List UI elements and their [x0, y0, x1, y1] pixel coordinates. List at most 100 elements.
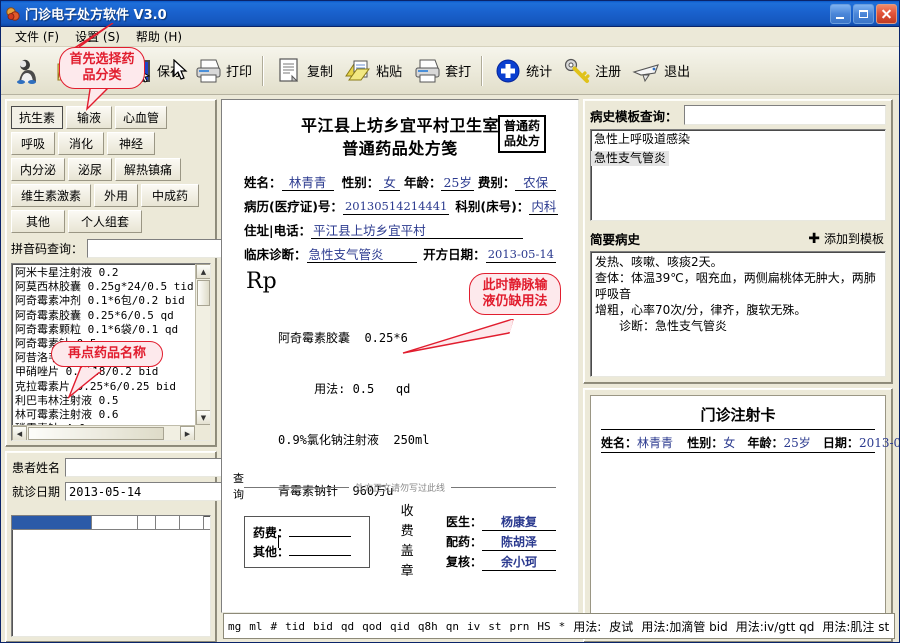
patient-name-input[interactable] — [65, 458, 227, 477]
dispenser-value[interactable]: 陈胡泽 — [482, 535, 556, 551]
token-bid[interactable]: bid — [313, 620, 333, 633]
add-to-template-button[interactable]: ✚ 添加到模板 — [808, 230, 884, 247]
token-qid[interactable]: qid — [390, 620, 410, 633]
category-neurology[interactable]: 神经 — [107, 132, 155, 155]
drug-item[interactable]: 阿米卡星注射液 0.2 — [12, 266, 210, 280]
doctor-value[interactable]: 杨康复 — [482, 515, 556, 531]
usage-drip-bid[interactable]: 用法:加滴管 bid — [641, 618, 727, 635]
category-respiratory[interactable]: 呼吸 — [11, 132, 55, 155]
token-qd[interactable]: qd — [341, 620, 354, 633]
age-value[interactable]: 25岁 — [441, 175, 474, 191]
drug-item[interactable]: 阿奇霉素胶囊 0.25*6/0.5 qd — [12, 309, 210, 323]
signature-block: 医生： 杨康复 配药： 陈胡泽 复核： 余小珂 — [446, 511, 556, 573]
close-button[interactable] — [876, 3, 897, 24]
diagnosis-value[interactable]: 急性支气管炎 — [306, 247, 418, 263]
usage-im-st[interactable]: 用法:肌注 st — [822, 618, 889, 635]
record-value[interactable]: 20130514214441 — [342, 199, 450, 215]
category-personal-set[interactable]: 个人组套 — [68, 210, 142, 233]
drug-item[interactable]: 甲硝唑片 0.2*18/0.2 bid — [12, 365, 210, 379]
token-st[interactable]: st — [488, 620, 501, 633]
horizontal-scroll-thumb[interactable] — [28, 427, 164, 440]
maximize-button[interactable] — [853, 3, 874, 24]
menu-item-settings[interactable]: 设置 (S) — [67, 26, 128, 47]
category-cardiovascular[interactable]: 心血管 — [115, 106, 167, 129]
fee-type-value[interactable]: 农保 — [515, 175, 556, 191]
category-vitamin-hormone[interactable]: 维生素激素 — [11, 184, 91, 207]
drug-list-vertical-scrollbar[interactable]: ▲ ▼ — [195, 264, 210, 425]
toolbar-button-copy[interactable]: 复制 — [269, 50, 338, 92]
category-other[interactable]: 其他 — [11, 210, 65, 233]
token-qn[interactable]: qn — [446, 620, 459, 633]
toolbar-button-statistics[interactable]: 统计 — [488, 50, 557, 92]
other-fee-value-line[interactable] — [289, 555, 352, 556]
token-iv[interactable]: iv — [467, 620, 480, 633]
name-value[interactable]: 林青青 — [281, 175, 334, 191]
history-template-list[interactable]: 急性上呼吸道感染 急性支气管炎 — [590, 129, 886, 221]
grid-header-cell[interactable] — [156, 516, 180, 529]
drug-item[interactable]: 克拉霉素片 0.25*6/0.25 bid — [12, 380, 210, 394]
grid-header-cell[interactable] — [138, 516, 156, 529]
usage-ivgtt-qd[interactable]: 用法:iv/gtt qd — [736, 618, 815, 635]
prescribe-date-value[interactable]: 2013-05-14 — [485, 247, 556, 263]
drug-item[interactable]: 阿莫西林胶囊 0.25g*24/0.5 tid — [12, 280, 210, 294]
menu-item-help[interactable]: 帮助 (H) — [128, 26, 190, 47]
rx-line[interactable]: 阿奇霉素胶囊 0.25*6 — [278, 330, 556, 347]
category-digestive[interactable]: 消化 — [58, 132, 104, 155]
menu-item-file[interactable]: 文件 (F) — [7, 26, 67, 47]
toolbar-button-print[interactable]: 打印 — [188, 50, 257, 92]
token-q8h[interactable]: q8h — [418, 620, 438, 633]
template-item[interactable]: 急性上呼吸道感染 — [591, 132, 885, 147]
dept-value[interactable]: 内科 — [529, 199, 559, 215]
prescription-sheet[interactable]: 平江县上坊乡宜平村卫生室 普通药品处方笺 普通药 品处方 姓名： 林青青 性别：… — [222, 100, 578, 612]
grid-header-cell[interactable] — [180, 516, 204, 529]
inj-gender-value: 女 — [723, 436, 736, 450]
patient-records-grid[interactable] — [11, 515, 211, 637]
rx-line[interactable]: 用法: 0.5 qd — [278, 381, 556, 398]
visit-date-input[interactable] — [65, 482, 227, 501]
template-item-selected[interactable]: 急性支气管炎 — [591, 151, 670, 166]
scroll-right-button[interactable]: ▶ — [180, 426, 195, 440]
gender-value[interactable]: 女 — [379, 175, 400, 191]
toolbar-button-overlay-print[interactable]: 套打 — [407, 50, 476, 92]
history-query-input[interactable] — [683, 105, 886, 125]
toolbar-button-register[interactable]: 注册 — [557, 50, 626, 92]
token-prn[interactable]: prn — [510, 620, 530, 633]
category-infusion[interactable]: 输液 — [66, 106, 112, 129]
token-hash[interactable]: # — [271, 620, 278, 633]
drug-list-horizontal-scrollbar[interactable]: ◀ ▶ — [12, 425, 195, 440]
brief-history-text[interactable]: 发热、咳嗽、咳痰2天。 查体：体温39℃，咽充血，两侧扁桃体无肿大，两肺呼吸音 … — [590, 251, 886, 377]
toolbar-button-patient[interactable] — [7, 50, 50, 92]
token-qod[interactable]: qod — [362, 620, 382, 633]
category-chinese-patent-medicine[interactable]: 中成药 — [141, 184, 199, 207]
category-urinary[interactable]: 泌尿 — [68, 158, 112, 181]
category-antipyretic-analgesic[interactable]: 解热镇痛 — [115, 158, 181, 181]
category-antibiotics[interactable]: 抗生素 — [11, 106, 63, 129]
usage-label[interactable]: 用法: — [573, 618, 601, 635]
token-mg[interactable]: mg — [228, 620, 241, 633]
category-topical[interactable]: 外用 — [94, 184, 138, 207]
token-ml[interactable]: ml — [249, 620, 262, 633]
drug-item[interactable]: 利巴韦林注射液 0.5 — [12, 394, 210, 408]
vertical-scroll-thumb[interactable] — [197, 280, 210, 306]
scroll-up-button[interactable]: ▲ — [196, 264, 210, 279]
fee-value-line[interactable] — [289, 536, 352, 537]
category-endocrine[interactable]: 内分泌 — [11, 158, 65, 181]
toolbar-button-paste[interactable]: 粘贴 — [338, 50, 407, 92]
grid-header-cell[interactable] — [92, 516, 138, 529]
rx-line[interactable]: 0.9%氯化钠注射液 250ml — [278, 432, 556, 449]
drug-item[interactable]: 林可霉素注射液 0.6 — [12, 408, 210, 422]
token-tid[interactable]: tid — [285, 620, 305, 633]
grid-header-cell[interactable] — [12, 516, 92, 529]
checker-value[interactable]: 余小珂 — [482, 555, 556, 571]
address-value[interactable]: 平江县上坊乡宜平村 — [311, 223, 524, 239]
toolbar-button-exit[interactable]: 退出 — [626, 50, 695, 92]
minimize-button[interactable] — [830, 3, 851, 24]
drug-item[interactable]: 阿奇霉素颗粒 0.1*6袋/0.1 qd — [12, 323, 210, 337]
scroll-left-button[interactable]: ◀ — [12, 426, 27, 440]
token-asterisk[interactable]: * — [559, 620, 566, 633]
drug-item[interactable]: 阿奇霉素冲剂 0.1*6包/0.2 bid — [12, 294, 210, 308]
scroll-down-button[interactable]: ▼ — [196, 410, 210, 425]
usage-skin-test[interactable]: 皮试 — [609, 618, 633, 635]
injection-card-sheet[interactable]: 门诊注射卡 姓名：林青青 性别：女 年龄：25岁 日期：2013-05-14 — [590, 395, 899, 616]
token-hs[interactable]: HS — [537, 620, 550, 633]
